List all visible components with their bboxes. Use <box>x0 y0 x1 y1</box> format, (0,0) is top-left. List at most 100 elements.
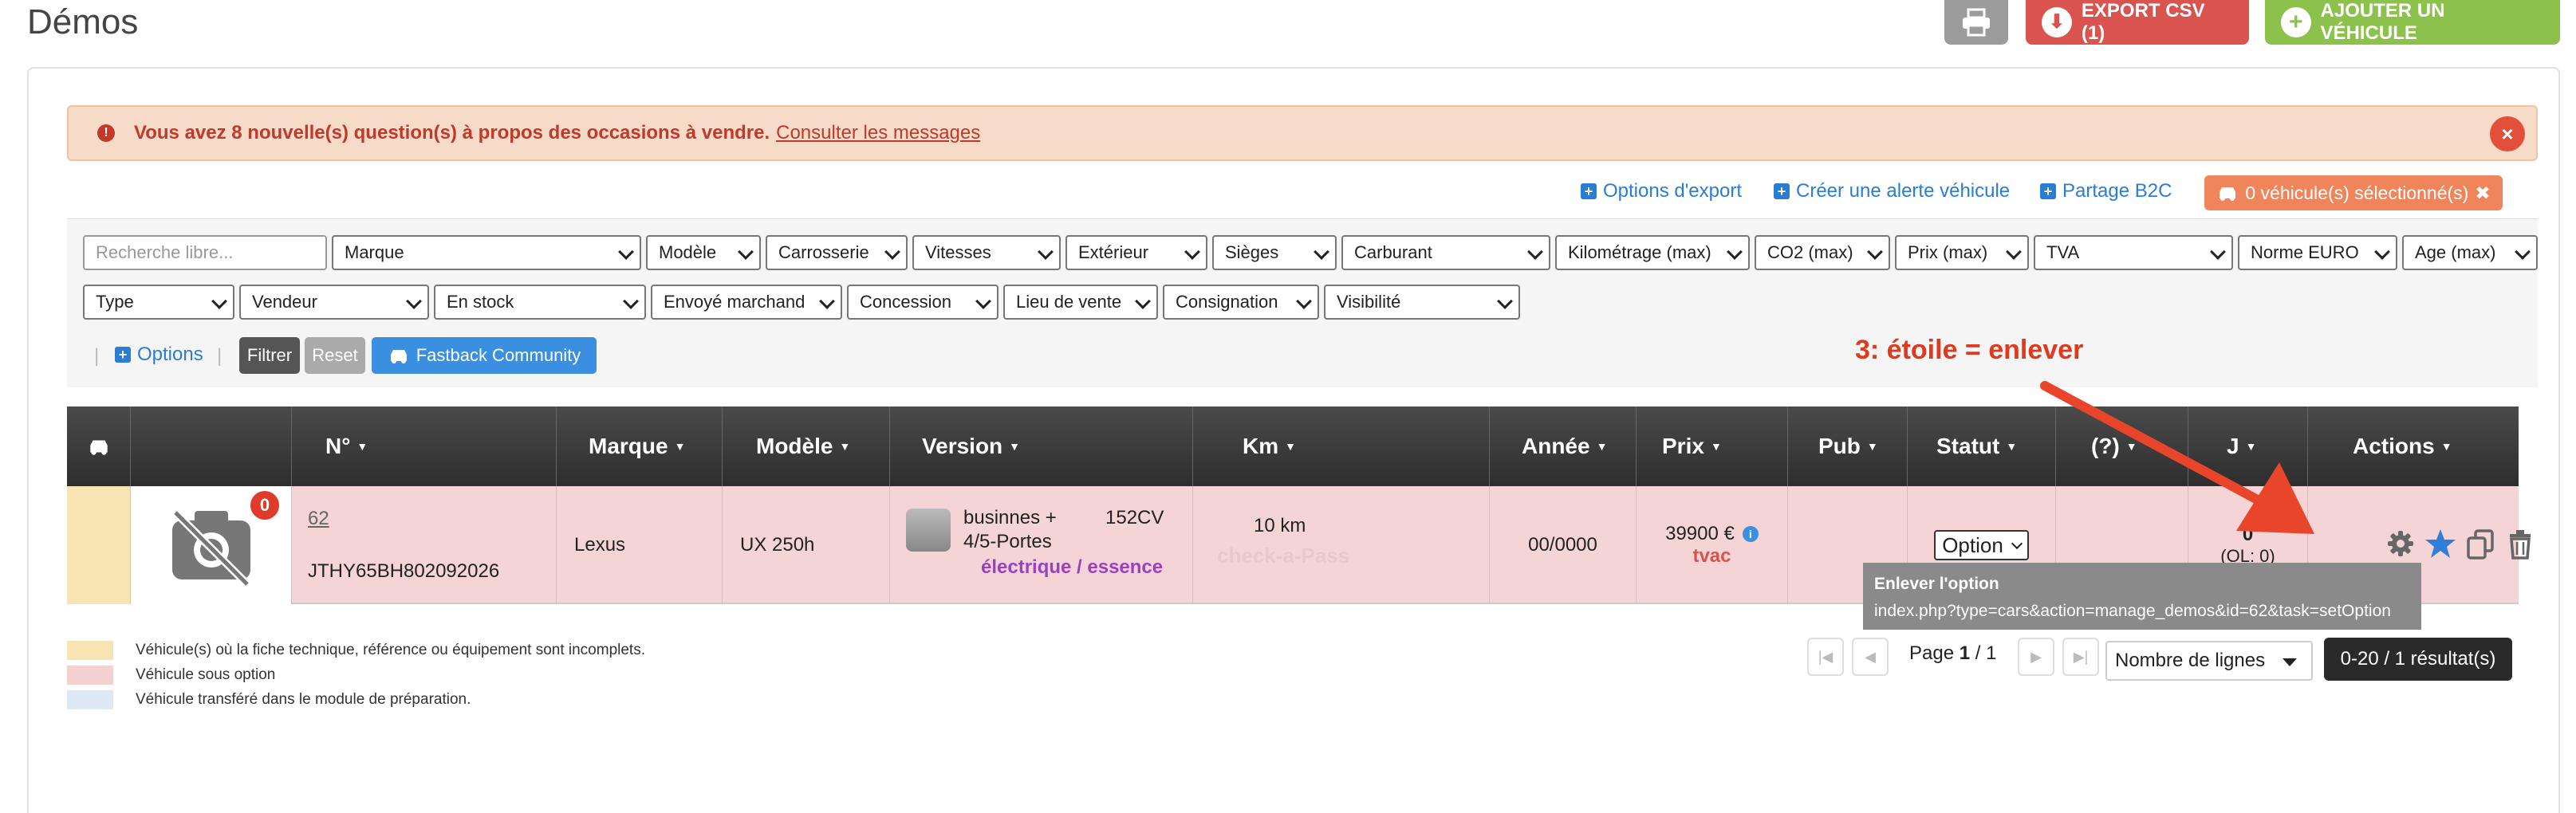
no-photo-icon <box>171 509 250 587</box>
filter-sale-location[interactable]: Lieu de vente <box>1003 285 1158 320</box>
filter-seats[interactable]: Sièges <box>1212 235 1337 270</box>
filter-bar: Recherche libre... Marque Modèle Carross… <box>67 218 2538 387</box>
results-count: 0-20 / 1 résultat(s) <box>2324 638 2512 681</box>
caret-down-icon: ▼ <box>2006 440 2018 453</box>
close-icon[interactable]: ✖ <box>2475 183 2490 204</box>
col-photo <box>131 406 292 486</box>
filter-sent-dealer[interactable]: Envoyé marchand <box>651 285 842 320</box>
reset-button[interactable]: Reset <box>305 337 365 374</box>
filter-stock[interactable]: En stock <box>434 285 646 320</box>
chevron-down-icon <box>2374 244 2390 260</box>
last-page-button[interactable]: ▶| <box>2062 638 2099 676</box>
col-model[interactable]: Modèle ▼ <box>723 406 890 486</box>
copy-icon[interactable] <box>2466 529 2495 560</box>
cell-year: 00/0000 <box>1490 486 1637 604</box>
header-label: Pub <box>1818 434 1861 458</box>
plus-icon: + <box>2281 7 2311 37</box>
col-year[interactable]: Année ▼ <box>1490 406 1637 486</box>
fastback-community-button[interactable]: Fastback Community <box>372 337 597 374</box>
share-b2c-link[interactable]: + Partage B2C <box>2040 180 2172 202</box>
trash-icon[interactable] <box>2507 529 2533 560</box>
export-options-link[interactable]: + Options d'export <box>1581 180 1742 202</box>
filter-euro-norm[interactable]: Norme EURO <box>2238 235 2397 270</box>
filter-vat[interactable]: TVA <box>2034 235 2233 270</box>
filter-brand[interactable]: Marque <box>332 235 641 270</box>
chevron-down-icon <box>819 293 835 309</box>
plus-icon: + <box>1581 183 1597 199</box>
header-label: Modèle <box>756 434 833 458</box>
page-info: Page 1 / 1 <box>1909 642 1996 665</box>
filter-fuel[interactable]: Carburant <box>1341 235 1550 270</box>
cell-km: 10 km check-a-Pass <box>1193 486 1490 604</box>
col-pub[interactable]: Pub ▼ <box>1788 406 1908 486</box>
chevron-down-icon <box>1038 244 1054 260</box>
col-price[interactable]: Prix ▼ <box>1637 406 1788 486</box>
star-icon[interactable] <box>2424 528 2456 560</box>
status-select[interactable]: Option <box>1934 530 2029 560</box>
filter-price[interactable]: Prix (max) <box>1895 235 2029 270</box>
col-days[interactable]: J ▼ <box>2188 406 2308 486</box>
filter-label: Carrosserie <box>778 242 869 262</box>
header-label: (?) <box>2091 434 2120 458</box>
chevron-down-icon <box>884 244 900 260</box>
first-page-button[interactable]: |◀ <box>1807 638 1844 676</box>
filter-seller[interactable]: Vendeur <box>239 285 429 320</box>
alert-link[interactable]: Consulter les messages <box>776 122 980 144</box>
filter-co2[interactable]: CO2 (max) <box>1755 235 1890 270</box>
plus-icon: + <box>1774 183 1790 199</box>
col-number[interactable]: N° ▼ <box>292 406 557 486</box>
add-vehicle-button[interactable]: + AJOUTER UN VÉHICULE <box>2265 0 2560 45</box>
chevron-down-icon <box>1867 244 1883 260</box>
vehicle-number-link[interactable]: 62 <box>308 508 329 530</box>
col-km[interactable]: Km ▼ <box>1193 406 1490 486</box>
print-button[interactable] <box>1944 0 2008 45</box>
rows-per-page-select[interactable]: Nombre de lignes <box>2105 641 2313 681</box>
filter-mileage[interactable]: Kilométrage (max) <box>1555 235 1750 270</box>
cell-brand: Lexus <box>557 486 723 604</box>
filter-consignment[interactable]: Consignation <box>1163 285 1319 320</box>
info-icon[interactable]: i <box>1742 526 1759 542</box>
create-alert-link[interactable]: + Créer une alerte véhicule <box>1774 180 2010 202</box>
col-actions[interactable]: Actions ▼ <box>2308 406 2519 486</box>
col-status[interactable]: Statut ▼ <box>1908 406 2056 486</box>
legend-label: Véhicule sous option <box>136 666 276 683</box>
vehicle-photo[interactable]: 0 <box>131 486 292 604</box>
filter-label: Consignation <box>1176 292 1278 312</box>
search-input[interactable]: Recherche libre... <box>83 235 327 270</box>
caret-down-icon: ▼ <box>2440 440 2452 453</box>
selected-vehicles-badge[interactable]: 0 véhicule(s) sélectionné(s) ✖ <box>2204 175 2503 210</box>
filter-gearbox[interactable]: Vitesses <box>912 235 1061 270</box>
annotation-text: 3: étoile = enlever <box>1855 335 2084 365</box>
chevron-down-icon <box>211 293 227 309</box>
gear-icon[interactable] <box>2386 529 2415 558</box>
filter-label: Visibilité <box>1337 292 1401 312</box>
vin-text: JTHY65BH802092026 <box>308 560 500 582</box>
filter-type[interactable]: Type <box>83 285 234 320</box>
col-question[interactable]: (?) ▼ <box>2056 406 2188 486</box>
filter-age[interactable]: Age (max) <box>2402 235 2538 270</box>
header-label: Version <box>922 434 1003 458</box>
header-label: Marque <box>589 434 668 458</box>
divider: | <box>94 345 100 367</box>
filter-button[interactable]: Filtrer <box>239 337 300 374</box>
price-text: 39900 € <box>1665 523 1735 544</box>
filter-body[interactable]: Carrosserie <box>766 235 908 270</box>
tooltip-title: Enlever l'option <box>1874 575 1999 593</box>
close-icon[interactable]: × <box>2490 116 2525 151</box>
caret-down-icon: ▼ <box>1285 440 1296 453</box>
caret-down-icon: ▼ <box>1596 440 1608 453</box>
next-page-button[interactable]: ▶ <box>2018 638 2054 676</box>
filter-model[interactable]: Modèle <box>646 235 761 270</box>
chevron-left-icon: ◀ <box>1865 648 1876 665</box>
fastback-community-label: Fastback Community <box>416 345 581 365</box>
filter-exterior[interactable]: Extérieur <box>1065 235 1207 270</box>
legend: Véhicule(s) où la fiche technique, référ… <box>67 638 645 712</box>
filter-dealership[interactable]: Concession <box>847 285 998 320</box>
col-brand[interactable]: Marque ▼ <box>557 406 723 486</box>
col-version[interactable]: Version ▼ <box>890 406 1193 486</box>
prev-page-button[interactable]: ◀ <box>1852 638 1889 676</box>
options-link[interactable]: + Options <box>115 344 203 366</box>
filter-visibility[interactable]: Visibilité <box>1324 285 1520 320</box>
legend-item: Véhicule sous option <box>67 662 645 687</box>
export-csv-button[interactable]: ⬇ EXPORT CSV (1) <box>2026 0 2249 45</box>
